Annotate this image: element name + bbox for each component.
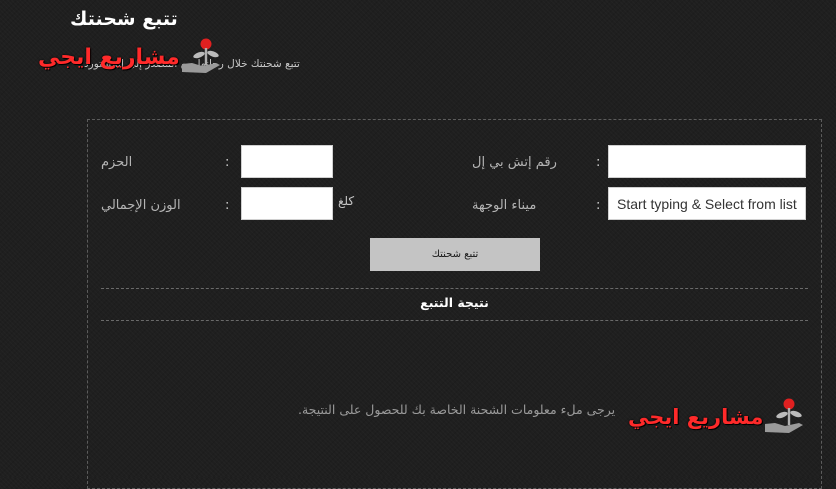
destination-colon: : — [596, 198, 601, 213]
pieces-label: الحزم — [101, 155, 133, 170]
result-divider-top — [101, 288, 808, 289]
result-heading: نتيجة التتبع — [420, 295, 489, 310]
weight-colon: : — [225, 198, 230, 213]
money-plant-in-hand-icon — [181, 38, 220, 73]
pieces-input[interactable] — [241, 145, 333, 178]
money-plant-in-hand-icon — [765, 398, 804, 433]
page-title: تتبع شحنتك — [70, 8, 178, 30]
track-shipment-button[interactable]: تتبع شحنتك — [370, 238, 540, 271]
pieces-colon: : — [225, 155, 230, 170]
awb-colon: : — [596, 155, 601, 170]
result-message: يرجى ملء معلومات الشحنة الخاصة بك للحصول… — [298, 402, 616, 417]
awb-number-input[interactable] — [608, 145, 806, 178]
destination-label: ميناء الوجهة — [472, 198, 537, 213]
result-divider-bottom — [101, 320, 808, 321]
weight-unit: كلغ — [338, 194, 355, 208]
watermark-logo-top: مشاريع ايجي — [38, 36, 224, 78]
awb-label: رقم إتش بي إل — [472, 155, 557, 170]
weight-label: الوزن الإجمالي — [101, 198, 181, 213]
watermark-text: مشاريع ايجي — [628, 405, 764, 429]
destination-port-input[interactable] — [608, 187, 806, 220]
watermark-text: مشاريع ايجي — [38, 44, 180, 70]
gross-weight-input[interactable] — [241, 187, 333, 220]
watermark-logo-bottom: مشاريع ايجي — [628, 396, 807, 438]
